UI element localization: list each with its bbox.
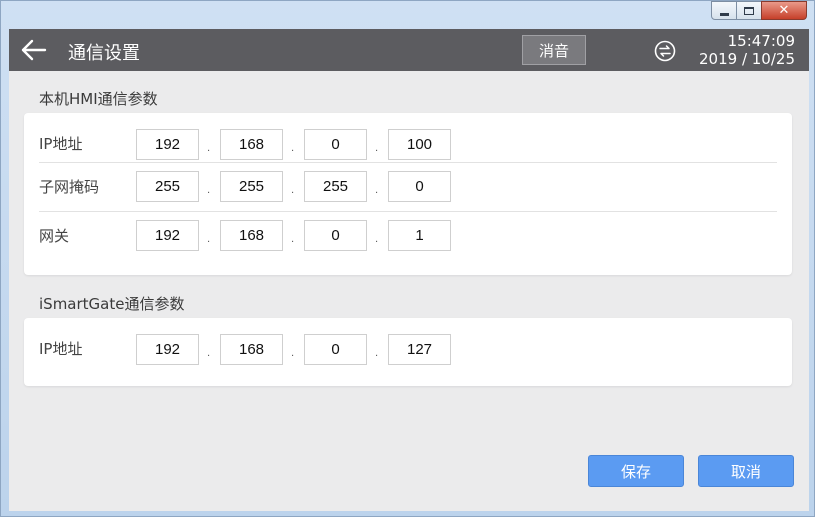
ip-octet-3-input[interactable]: 0 [304, 334, 367, 365]
network-status-icon[interactable] [654, 40, 676, 62]
minimize-icon [719, 12, 729, 16]
ismartgate-params-card: IP地址 192 . 168 . 0 . 127 [24, 318, 792, 386]
ip-octet-2-input[interactable]: 168 [220, 129, 283, 160]
cancel-button[interactable]: 取消 [698, 455, 794, 487]
mask-octet-1-input[interactable]: 255 [136, 171, 199, 202]
window-frame: ✕ 通信设置 消音 15:47:09 2019 / 10/25 本机HMI通信参… [0, 0, 815, 517]
page-title: 通信设置 [68, 43, 140, 64]
gateway-row: 网关 192 . 168 . 0 . 1 [24, 211, 792, 260]
mute-button[interactable]: 消音 [522, 35, 586, 65]
row-label: IP地址 [39, 135, 83, 153]
window-controls: ✕ [711, 1, 807, 20]
ip-address-row: IP地址 192 . 168 . 0 . 127 [24, 318, 792, 367]
row-label: IP地址 [39, 340, 83, 358]
octet-separator: . [375, 143, 379, 154]
octet-separator: . [207, 185, 211, 196]
gateway-octet-4-input[interactable]: 1 [388, 220, 451, 251]
subnet-mask-row: 子网掩码 255 . 255 . 255 . 0 [24, 162, 792, 211]
ip-octet-2-input[interactable]: 168 [220, 334, 283, 365]
octet-separator: . [207, 234, 211, 245]
ip-octet-1-input[interactable]: 192 [136, 334, 199, 365]
mask-octet-4-input[interactable]: 0 [388, 171, 451, 202]
back-arrow-icon[interactable] [19, 38, 47, 62]
maximize-icon [744, 6, 754, 15]
mask-octet-3-input[interactable]: 255 [304, 171, 367, 202]
close-window-button[interactable]: ✕ [761, 1, 807, 20]
maximize-button[interactable] [736, 1, 762, 20]
section-title-ismartgate: iSmartGate通信参数 [39, 295, 185, 313]
minimize-button[interactable] [711, 1, 737, 20]
header-bar: 通信设置 消音 15:47:09 2019 / 10/25 [9, 29, 809, 71]
ip-octet-4-input[interactable]: 127 [388, 334, 451, 365]
clock: 15:47:09 2019 / 10/25 [699, 32, 795, 68]
ip-octet-4-input[interactable]: 100 [388, 129, 451, 160]
octet-separator: . [291, 143, 295, 154]
app-client-area: 通信设置 消音 15:47:09 2019 / 10/25 本机HMI通信参数 … [9, 29, 809, 511]
octet-separator: . [291, 185, 295, 196]
octet-separator: . [375, 185, 379, 196]
section-title-hmi: 本机HMI通信参数 [39, 90, 158, 108]
octet-separator: . [291, 348, 295, 359]
save-button[interactable]: 保存 [588, 455, 684, 487]
octet-separator: . [375, 348, 379, 359]
clock-date: 2019 / 10/25 [699, 50, 795, 68]
octet-separator: . [207, 143, 211, 154]
ip-address-row: IP地址 192 . 168 . 0 . 100 [24, 113, 792, 162]
row-label: 子网掩码 [39, 178, 100, 196]
ip-octet-1-input[interactable]: 192 [136, 129, 199, 160]
octet-separator: . [375, 234, 379, 245]
close-icon: ✕ [778, 3, 790, 18]
row-label: 网关 [39, 227, 70, 245]
hmi-params-card: IP地址 192 . 168 . 0 . 100 子网掩码 255 . 255 … [24, 113, 792, 275]
gateway-octet-2-input[interactable]: 168 [220, 220, 283, 251]
gateway-octet-1-input[interactable]: 192 [136, 220, 199, 251]
octet-separator: . [207, 348, 211, 359]
octet-separator: . [291, 234, 295, 245]
clock-time: 15:47:09 [727, 32, 795, 50]
ip-octet-3-input[interactable]: 0 [304, 129, 367, 160]
mask-octet-2-input[interactable]: 255 [220, 171, 283, 202]
gateway-octet-3-input[interactable]: 0 [304, 220, 367, 251]
